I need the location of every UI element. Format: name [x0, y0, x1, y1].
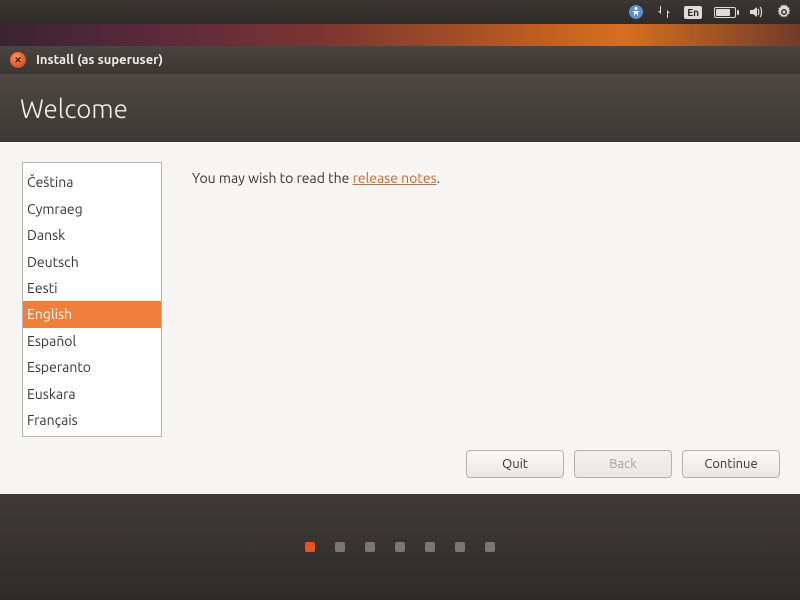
window-titlebar: ✕ Install (as superuser) — [0, 46, 800, 74]
desktop-wallpaper-strip — [0, 24, 800, 46]
release-notes-link[interactable]: release notes — [353, 170, 437, 186]
language-option[interactable]: Euskara — [23, 381, 161, 407]
back-button: Back — [574, 450, 672, 478]
progress-dot — [455, 542, 465, 552]
language-option[interactable]: Eesti — [23, 275, 161, 301]
prompt-text-post: . — [437, 170, 440, 186]
progress-dot — [365, 542, 375, 552]
language-option[interactable]: Gaeilge — [23, 433, 161, 437]
continue-button[interactable]: Continue — [682, 450, 780, 478]
close-icon[interactable]: ✕ — [10, 52, 26, 68]
window-title: Install (as superuser) — [36, 53, 163, 67]
input-source-indicator[interactable]: En — [684, 6, 702, 19]
installer-content: CatalàČeštinaCymraegDanskDeutschEestiEng… — [0, 142, 800, 494]
language-option[interactable]: English — [23, 301, 161, 327]
page-header: Welcome — [0, 74, 800, 142]
progress-dots — [0, 494, 800, 600]
progress-dot — [425, 542, 435, 552]
language-list[interactable]: CatalàČeštinaCymraegDanskDeutschEestiEng… — [22, 162, 162, 437]
volume-icon[interactable] — [748, 4, 764, 20]
prompt-text-pre: You may wish to read the — [192, 170, 353, 186]
network-icon[interactable] — [656, 4, 672, 20]
wizard-buttons: Quit Back Continue — [466, 450, 780, 478]
progress-dot — [305, 542, 315, 552]
language-option[interactable]: Čeština — [23, 169, 161, 195]
language-option[interactable]: Deutsch — [23, 249, 161, 275]
page-title: Welcome — [20, 94, 128, 123]
language-option[interactable]: Español — [23, 328, 161, 354]
progress-dot — [485, 542, 495, 552]
progress-dot — [335, 542, 345, 552]
progress-dot — [395, 542, 405, 552]
language-option[interactable]: Dansk — [23, 222, 161, 248]
system-menubar: En — [0, 0, 800, 24]
battery-icon[interactable] — [714, 7, 736, 18]
language-option[interactable]: Català — [23, 162, 161, 169]
settings-gear-icon[interactable] — [776, 4, 792, 20]
accessibility-icon[interactable] — [628, 4, 644, 20]
welcome-text: You may wish to read the release notes. — [192, 162, 440, 474]
language-option[interactable]: Français — [23, 407, 161, 433]
quit-button[interactable]: Quit — [466, 450, 564, 478]
language-option[interactable]: Cymraeg — [23, 196, 161, 222]
language-option[interactable]: Esperanto — [23, 354, 161, 380]
